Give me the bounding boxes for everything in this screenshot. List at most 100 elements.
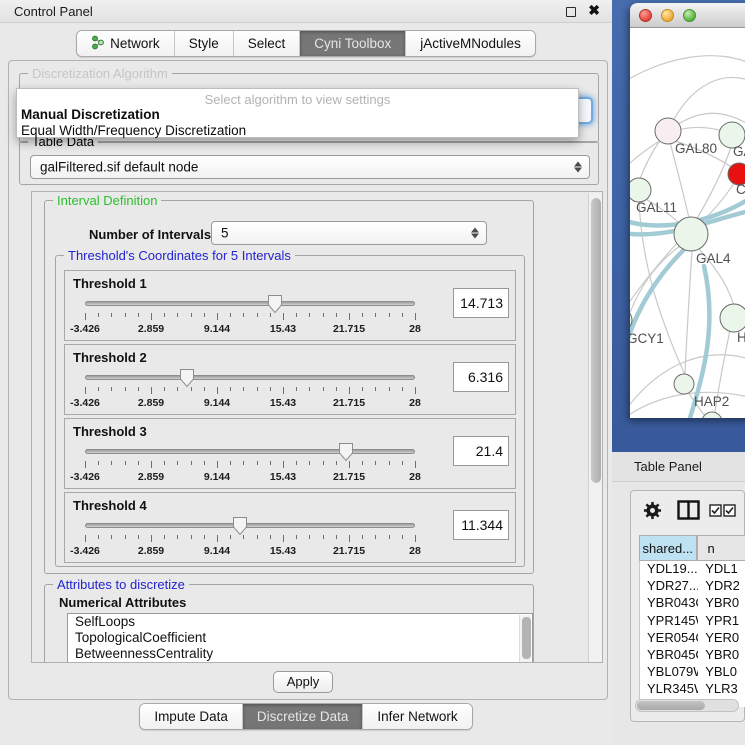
column-header-shared-name[interactable]: shared... (639, 535, 697, 561)
minimize-traffic-light[interactable] (661, 9, 674, 22)
threshold-label: Threshold 4 (73, 498, 147, 513)
attribute-list-item[interactable]: BetweennessCentrality (68, 646, 532, 662)
table-row[interactable]: YBR045CYBR0 (640, 647, 745, 664)
network-node-h[interactable] (720, 304, 745, 332)
table-data-combobox[interactable]: galFiltered.sif default node (30, 155, 590, 179)
float-window-icon[interactable] (566, 7, 576, 17)
interval-definition-label: Interval Definition (53, 193, 161, 208)
node-label: C (736, 182, 745, 197)
table-row[interactable]: YER054CYER0 (640, 630, 745, 647)
network-canvas[interactable]: GAL80GACGAL11GAL4GCY1HHAP2 (630, 28, 745, 418)
apply-button[interactable]: Apply (273, 671, 333, 693)
tab-select[interactable]: Select (234, 31, 301, 56)
threshold-value-field[interactable] (453, 436, 509, 466)
network-node-hap2[interactable] (674, 374, 694, 394)
table-cell[interactable]: YBL079W (640, 664, 698, 681)
table-cell[interactable]: YDL19... (640, 561, 698, 578)
settings-scrollbar[interactable] (588, 193, 602, 663)
algorithm-placeholder-item[interactable]: Select algorithm to view settings (17, 89, 578, 107)
node-table: shared...n YDL19...YDL1YDR27...YDR2YBR04… (639, 535, 745, 707)
threshold-slider[interactable]: -3.4262.8599.14415.4321.71528 (85, 523, 415, 559)
tab-discretize-data[interactable]: Discretize Data (243, 704, 364, 729)
network-node[interactable] (702, 412, 722, 418)
table-row[interactable]: YPR145WYPR1 (640, 613, 745, 630)
table-cell[interactable]: YBR0 (698, 647, 745, 664)
discretization-algorithm-label: Discretization Algorithm (28, 66, 172, 81)
threshold-value-field[interactable] (453, 288, 509, 318)
number-of-intervals-label: Number of Intervals (89, 227, 211, 242)
table-row[interactable]: YBL079WYBL0 (640, 664, 745, 681)
bottom-tab-bar: Impute DataDiscretize DataInfer Network (0, 703, 612, 730)
tick-label: 9.144 (204, 545, 230, 557)
threshold-panel-3: Threshold 3 -3.4262.8599.14415.4321.71528 (64, 418, 516, 489)
split-columns-icon[interactable] (677, 500, 700, 520)
numerical-attributes-list[interactable]: SelfLoopsTopologicalCoefficientBetweenne… (67, 613, 533, 663)
attribute-list-item[interactable]: SelfLoops (68, 614, 532, 630)
table-cell[interactable]: YBL0 (698, 664, 745, 681)
close-icon[interactable]: ✖ (588, 2, 600, 19)
table-horizontal-scrollbar[interactable] (635, 699, 739, 712)
top-tab-bar: NetworkStyleSelectCyni ToolboxjActiveMNo… (0, 30, 612, 57)
tab-network[interactable]: Network (77, 31, 175, 56)
gear-icon[interactable] (643, 501, 662, 520)
tab-style[interactable]: Style (175, 31, 234, 56)
threshold-slider[interactable]: -3.4262.8599.14415.4321.71528 (85, 301, 415, 337)
slider-handle[interactable] (338, 442, 354, 462)
slider-ticks (85, 535, 415, 543)
table-row[interactable]: YDR27...YDR2 (640, 578, 745, 595)
checkbox-icon[interactable] (709, 504, 722, 517)
tick-label: -3.426 (70, 323, 100, 335)
table-cell[interactable]: YPR1 (698, 613, 745, 630)
table-cell[interactable]: YBR045C (640, 647, 698, 664)
table-cell[interactable]: YDL1 (698, 561, 745, 578)
slider-tick-labels: -3.4262.8599.14415.4321.71528 (85, 545, 415, 557)
number-of-intervals-combobox[interactable]: 5 (211, 221, 487, 245)
close-traffic-light[interactable] (639, 9, 652, 22)
threshold-panel-2: Threshold 2-3.4262.8599.14415.4321.71528 (64, 344, 516, 415)
table-cell[interactable]: YDR27... (640, 578, 698, 595)
checkbox-icon[interactable] (723, 504, 736, 517)
threshold-slider[interactable]: -3.4262.8599.14415.4321.71528 (85, 375, 415, 411)
tab-impute-data[interactable]: Impute Data (140, 704, 243, 729)
network-node-gal11[interactable] (630, 178, 651, 202)
network-node-gal4[interactable] (674, 217, 708, 251)
slider-handle[interactable] (232, 516, 248, 536)
zoom-traffic-light[interactable] (683, 9, 696, 22)
table-cell[interactable]: YBR0 (698, 595, 745, 612)
threshold-value-field[interactable] (453, 362, 509, 392)
slider-track[interactable] (85, 523, 415, 528)
combo-arrows-icon (471, 228, 479, 239)
tab-infer-network[interactable]: Infer Network (363, 704, 471, 729)
slider-handle[interactable] (179, 368, 195, 388)
tab-jactivemnodules[interactable]: jActiveMNodules (406, 31, 535, 56)
algorithm-option-manual[interactable]: Manual Discretization (17, 107, 578, 123)
slider-handle[interactable] (267, 294, 283, 314)
tab-cyni-toolbox[interactable]: Cyni Toolbox (300, 31, 406, 56)
cyni-toolbox-panel: Discretization Algorithm Select algorith… (8, 60, 608, 700)
table-cell[interactable]: YER0 (698, 630, 745, 647)
attribute-list-item[interactable]: TopologicalCoefficient (68, 630, 532, 646)
control-panel-title: Control Panel (14, 4, 93, 19)
settings-scroll-viewport: Interval Definition Number of Intervals … (31, 191, 603, 663)
threshold-slider[interactable]: -3.4262.8599.14415.4321.71528 (85, 449, 415, 485)
slider-track[interactable] (85, 375, 415, 380)
network-view-window[interactable]: GAL80GACGAL11GAL4GCY1HHAP2 (630, 3, 745, 418)
table-row[interactable]: YDL19...YDL1 (640, 561, 745, 578)
table-cell[interactable]: YBR043C (640, 595, 698, 612)
table-panel-titlebar: Table Panel (612, 452, 745, 482)
algorithm-option-equal-width[interactable]: Equal Width/Frequency Discretization (17, 123, 578, 139)
column-header-name[interactable]: n (697, 535, 745, 561)
table-cell[interactable]: YDR2 (698, 578, 745, 595)
table-row[interactable]: YLR345WYLR3 (640, 681, 745, 698)
table-cell[interactable]: YLR345W (640, 681, 698, 698)
table-cell[interactable]: YER054C (640, 630, 698, 647)
network-window-titlebar[interactable] (630, 3, 745, 28)
threshold-value-field[interactable] (453, 510, 509, 540)
attributes-list-scrollbar[interactable] (519, 615, 531, 663)
threshold-label: Threshold 3 (73, 424, 147, 439)
table-cell[interactable]: YPR145W (640, 613, 698, 630)
table-row[interactable]: YBR043CYBR0 (640, 595, 745, 612)
slider-track[interactable] (85, 301, 415, 306)
table-cell[interactable]: YLR3 (698, 681, 745, 698)
slider-track[interactable] (85, 449, 415, 454)
